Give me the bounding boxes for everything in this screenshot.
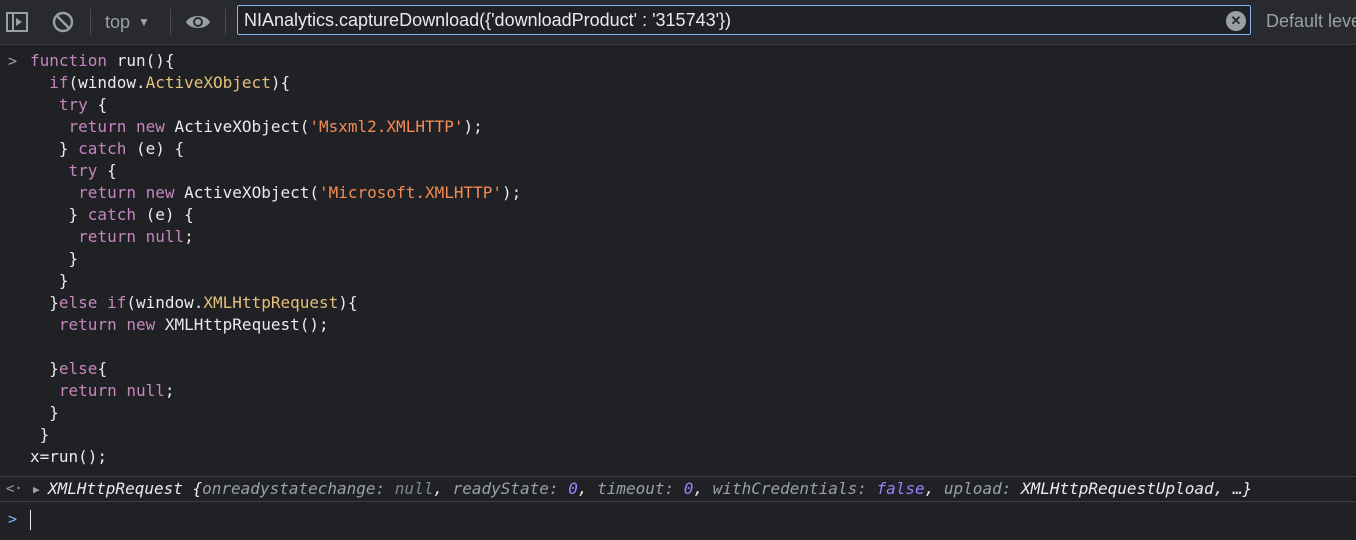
code-line: }else{ (30, 359, 108, 378)
text-caret (30, 510, 31, 530)
code-line: }else if(window.XMLHttpRequest){ (30, 293, 358, 312)
code-line: return new ActiveXObject('Microsoft.XMLH… (78, 183, 522, 202)
return-value-icon: <· (6, 481, 23, 497)
console-prompt[interactable]: > (0, 507, 1356, 533)
code-line: } catch (e) { (30, 139, 185, 158)
result-key: readyState (452, 479, 549, 498)
keyword: else (58, 359, 98, 378)
result-class-name: XMLHttpRequest (48, 479, 183, 498)
toolbar-divider (90, 9, 91, 35)
console-toolbar: top ▼ ✕ Default levels (0, 0, 1356, 45)
result-value: 0 (683, 479, 694, 498)
result-value: XMLHttpRequestUpload (1020, 479, 1214, 498)
property: XMLHttpRequest (203, 293, 339, 312)
result-ellipsis: …} (1232, 479, 1253, 498)
keyword: function (30, 51, 108, 70)
code-line: if(window.ActiveXObject){ (30, 72, 290, 94)
result-key: timeout (597, 479, 665, 498)
keyword: return new (78, 183, 175, 202)
code-line: return new XMLHttpRequest(); (58, 315, 329, 334)
result-preview: XMLHttpRequest {onreadystatechange: null… (48, 479, 1253, 498)
keyword: return new (68, 117, 165, 136)
code-line: try { (58, 95, 108, 114)
filter-box[interactable]: ✕ (237, 5, 1251, 35)
result-key: upload (943, 479, 1002, 498)
keyword: try (58, 95, 88, 114)
chevron-down-icon: ▼ (138, 15, 150, 29)
expand-triangle-icon[interactable]: ▶ (33, 483, 40, 496)
toolbar-divider (225, 9, 226, 35)
keyword: catch (87, 205, 136, 224)
brace: { (192, 479, 203, 498)
keyword: try (68, 161, 98, 180)
result-value: false (876, 479, 925, 498)
code-text: ){ (270, 73, 291, 92)
log-levels-dropdown[interactable]: Default levels (1266, 11, 1356, 32)
input-prompt-icon: > (8, 52, 18, 70)
live-expression-eye-icon[interactable] (185, 10, 211, 34)
keyword: else if (58, 293, 127, 312)
code-line: return null; (58, 381, 175, 400)
code-text: (window. (68, 73, 146, 92)
toggle-sidebar-icon[interactable] (5, 10, 29, 34)
code-line: } (30, 249, 79, 268)
string: 'Msxml2.XMLHTTP' (309, 117, 464, 136)
keyword: catch (78, 139, 127, 158)
code-line: function run(){ (30, 50, 175, 72)
keyword: if (49, 73, 69, 92)
toolbar-divider (170, 9, 171, 35)
code-text: run(){ (116, 51, 175, 70)
string: 'Microsoft.XMLHTTP' (319, 183, 503, 202)
result-value: null (394, 479, 434, 498)
prompt-chevron-icon: > (8, 510, 18, 528)
clear-filter-icon[interactable]: ✕ (1226, 11, 1246, 31)
code-line: x=run(); (30, 447, 108, 466)
code-line: try { (68, 161, 117, 180)
code-line: } (30, 403, 59, 422)
result-key: onreadystatechange (202, 479, 376, 498)
context-label: top (105, 11, 131, 32)
result-value: 0 (568, 479, 578, 498)
filter-input[interactable] (244, 9, 1214, 31)
code-line: } (30, 425, 50, 444)
keyword: return null (78, 227, 185, 246)
keyword: return new (58, 315, 156, 334)
code-line: } (30, 271, 69, 290)
code-line: return new ActiveXObject('Msxml2.XMLHTTP… (68, 117, 483, 136)
result-key: withCredentials (712, 479, 858, 498)
keyword: return null (58, 381, 165, 400)
clear-console-icon[interactable] (51, 10, 75, 34)
code-line: return null; (78, 227, 194, 246)
result-row[interactable]: <· ▶ XMLHttpRequest {onreadystatechange:… (0, 476, 1356, 502)
property: ActiveXObject (145, 73, 271, 92)
context-selector[interactable]: top ▼ (105, 11, 150, 33)
code-line: } catch (e) { (30, 205, 194, 224)
